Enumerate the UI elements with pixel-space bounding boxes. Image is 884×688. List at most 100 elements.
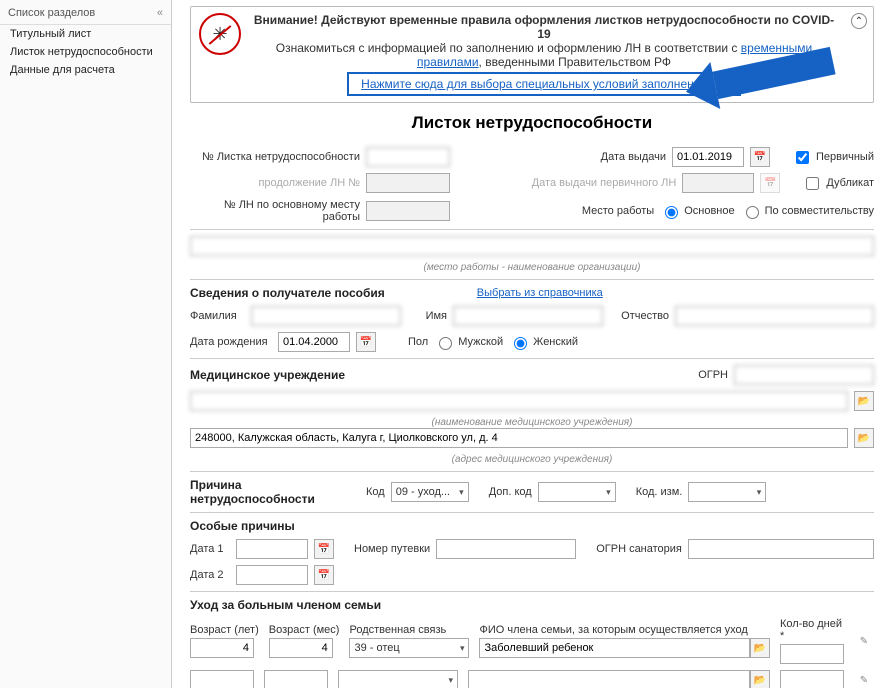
- banner-special-link[interactable]: Нажмите сюда для выбора специальных усло…: [361, 77, 727, 91]
- primary-date-input: [682, 173, 754, 193]
- continuation-label: продолжение ЛН №: [190, 177, 360, 189]
- date1-label: Дата 1: [190, 543, 230, 555]
- chevron-down-icon: ▾: [460, 643, 465, 654]
- sanatorium-label: ОГРН санатория: [596, 543, 682, 555]
- chevron-down-icon: ▾: [459, 487, 464, 498]
- org-name-input[interactable]: [190, 236, 874, 256]
- sidebar-item-sickleave[interactable]: Листок нетрудоспособности: [0, 43, 171, 61]
- primary-checkbox[interactable]: Первичный: [792, 148, 874, 167]
- ln-number-input[interactable]: [366, 147, 450, 167]
- issue-date-label: Дата выдачи: [601, 151, 666, 163]
- page-title: Листок нетрудоспособности: [190, 113, 874, 133]
- med-address-note: (адрес медицинского учреждения): [190, 454, 874, 465]
- days-input[interactable]: [780, 644, 844, 664]
- family-fio-label: ФИО члена семьи, за которым осуществляет…: [479, 624, 770, 636]
- date2-input[interactable]: [236, 565, 308, 585]
- age-months-input-2[interactable]: [264, 670, 328, 688]
- name-label: Имя: [407, 310, 447, 322]
- covid-banner: ✳ ⌃ Внимание! Действуют временные правил…: [190, 6, 874, 103]
- sidebar-header: Список разделов «: [0, 2, 171, 25]
- duplicate-checkbox[interactable]: Дубликат: [802, 174, 874, 193]
- primary-checkbox-input[interactable]: [796, 151, 809, 164]
- issue-date-calendar-icon[interactable]: 📅: [750, 147, 770, 167]
- med-name-folder-icon[interactable]: 📂: [854, 391, 874, 411]
- voucher-label: Номер путевки: [354, 543, 430, 555]
- date1-calendar-icon[interactable]: 📅: [314, 539, 334, 559]
- date1-input[interactable]: [236, 539, 308, 559]
- days-label: Кол-во дней *: [780, 618, 844, 642]
- age-years-label: Возраст (лет): [190, 624, 259, 636]
- sidebar-title: Список разделов: [8, 7, 95, 19]
- relation-label: Родственная связь: [349, 624, 469, 636]
- date2-calendar-icon[interactable]: 📅: [314, 565, 334, 585]
- primary-date-calendar-icon: 📅: [760, 173, 780, 193]
- days-input-2[interactable]: [780, 670, 844, 688]
- voucher-input[interactable]: [436, 539, 576, 559]
- ln-continuation-row: продолжение ЛН № Дата выдачи первичного …: [190, 173, 874, 193]
- family-fio-input-2[interactable]: [468, 670, 750, 688]
- cause-addcode-select[interactable]: ▾: [538, 482, 616, 502]
- org-name-note: (место работы - наименование организации…: [190, 262, 874, 273]
- care-edit-icon-2[interactable]: ✎: [854, 670, 874, 688]
- ogrn-label: ОГРН: [698, 369, 728, 381]
- cause-section-title: Причина нетрудоспособности: [190, 478, 360, 506]
- relation-select[interactable]: 39 - отец▾: [349, 638, 469, 658]
- workplace-label: Место работы: [582, 205, 654, 217]
- special-section-title: Особые причины: [190, 519, 874, 533]
- birth-input[interactable]: [278, 332, 350, 352]
- age-years-input-2[interactable]: [190, 670, 254, 688]
- ogrn-input[interactable]: [734, 365, 874, 385]
- med-name-note: (наименование медицинского учреждения): [190, 417, 874, 428]
- continuation-input: [366, 173, 450, 193]
- sidebar: Список разделов « Титульный лист Листок …: [0, 0, 172, 688]
- virus-prohibited-icon: ✳: [199, 13, 241, 55]
- sanatorium-input[interactable]: [688, 539, 874, 559]
- ln-mainwork-row: № ЛН по основному месту работы Место раб…: [190, 199, 874, 223]
- cause-changecode-select[interactable]: ▾: [688, 482, 766, 502]
- recipient-lookup-link[interactable]: Выбрать из справочника: [477, 287, 603, 299]
- birth-calendar-icon[interactable]: 📅: [356, 332, 376, 352]
- form-content: ✳ ⌃ Внимание! Действуют временные правил…: [172, 0, 884, 688]
- issue-date-input[interactable]: [672, 147, 744, 167]
- family-fio-folder-icon[interactable]: 📂: [750, 638, 770, 658]
- sidebar-item-calcdata[interactable]: Данные для расчета: [0, 61, 171, 79]
- family-fio-input[interactable]: [479, 638, 750, 658]
- med-section-title: Медицинское учреждение: [190, 368, 345, 382]
- gender-male-radio[interactable]: Мужской: [434, 334, 503, 350]
- patronymic-input[interactable]: [675, 306, 874, 326]
- cause-changecode-label: Код. изм.: [636, 486, 683, 498]
- sidebar-collapse-icon[interactable]: «: [157, 7, 163, 19]
- duplicate-checkbox-input[interactable]: [806, 177, 819, 190]
- sidebar-item-titlepage[interactable]: Титульный лист: [0, 25, 171, 43]
- gender-label: Пол: [408, 336, 428, 348]
- family-fio-folder-icon-2[interactable]: 📂: [750, 670, 770, 688]
- care-edit-icon[interactable]: ✎: [854, 631, 874, 651]
- surname-label: Фамилия: [190, 310, 245, 322]
- surname-input[interactable]: [251, 306, 401, 326]
- workplace-other-radio[interactable]: По совместительству: [741, 203, 874, 219]
- age-years-input[interactable]: [190, 638, 254, 658]
- care-section-title: Уход за больным членом семьи: [190, 598, 874, 612]
- gender-female-radio[interactable]: Женский: [509, 334, 578, 350]
- chevron-down-icon: ▾: [448, 675, 453, 686]
- med-address-folder-icon[interactable]: 📂: [854, 428, 874, 448]
- cause-code-label: Код: [366, 486, 385, 498]
- banner-title: Внимание! Действуют временные правила оф…: [249, 13, 839, 41]
- date2-label: Дата 2: [190, 569, 230, 581]
- cause-code-select[interactable]: 09 - уход...▾: [391, 482, 469, 502]
- name-input[interactable]: [453, 306, 603, 326]
- workplace-main-radio[interactable]: Основное: [660, 203, 734, 219]
- ln-number-row: № Листка нетрудоспособности Дата выдачи …: [190, 147, 874, 167]
- patronymic-label: Отчество: [609, 310, 669, 322]
- med-name-input[interactable]: [190, 391, 848, 411]
- relation-select-2[interactable]: ▾: [338, 670, 458, 688]
- birth-label: Дата рождения: [190, 336, 272, 348]
- age-months-input[interactable]: [269, 638, 333, 658]
- ln-number-label: № Листка нетрудоспособности: [190, 151, 360, 163]
- primary-date-label: Дата выдачи первичного ЛН: [532, 177, 677, 189]
- recipient-section-title: Сведения о получателе пособия: [190, 286, 385, 300]
- med-address-input[interactable]: [190, 428, 848, 448]
- chevron-down-icon: ▾: [757, 487, 762, 498]
- banner-collapse-button[interactable]: ⌃: [851, 13, 867, 29]
- chevron-down-icon: ▾: [606, 487, 611, 498]
